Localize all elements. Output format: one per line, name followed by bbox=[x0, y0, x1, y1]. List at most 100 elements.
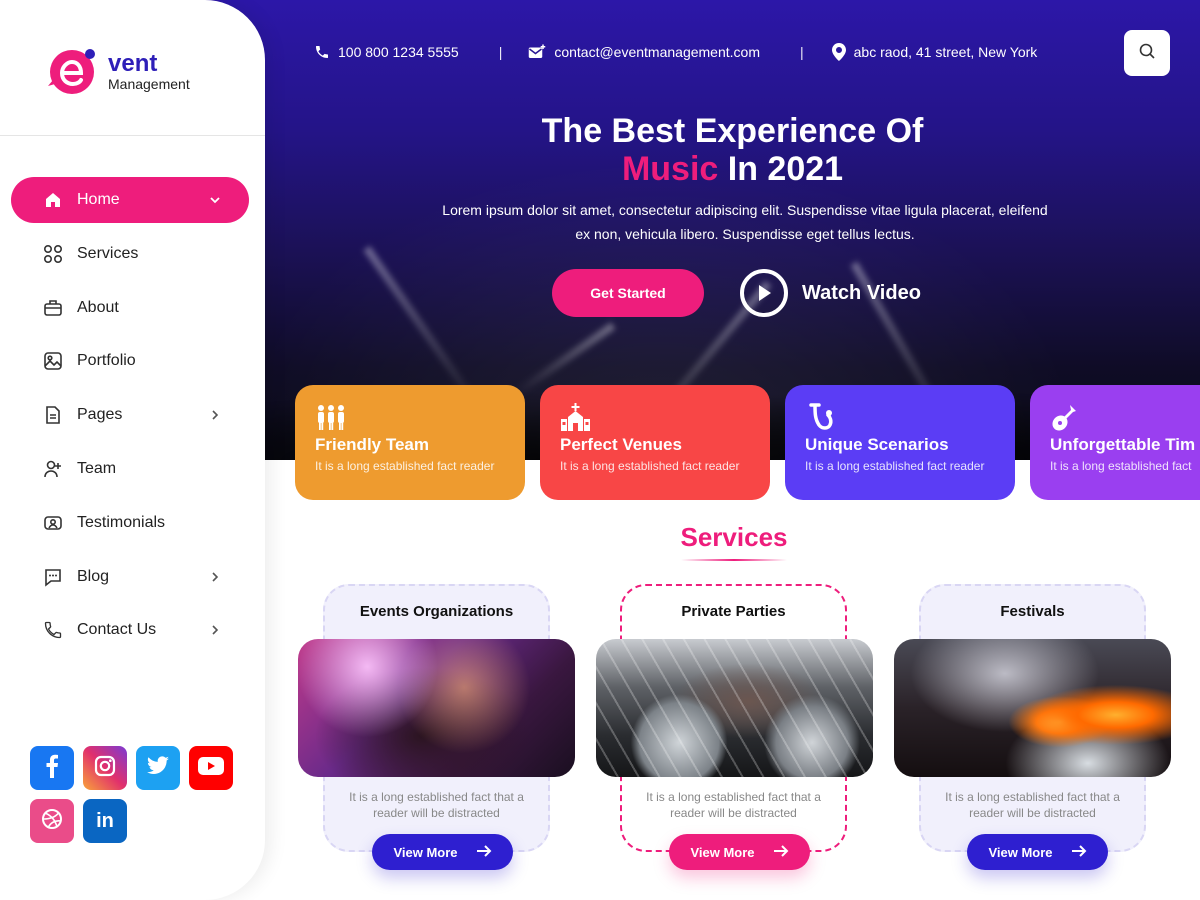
service-title: Festivals bbox=[1000, 603, 1065, 620]
play-icon bbox=[740, 269, 788, 317]
feature-card-friendly-team[interactable]: Friendly Team It is a long established f… bbox=[295, 385, 525, 500]
grid-icon bbox=[43, 244, 63, 264]
feature-card-unique-scenarios[interactable]: Unique Scenarios It is a long establishe… bbox=[785, 385, 1015, 500]
hero-title: The Best Experience Of Music In 2021 bbox=[265, 112, 1200, 188]
document-icon bbox=[43, 405, 63, 425]
view-more-label: View More bbox=[393, 844, 458, 860]
sidebar-item-about[interactable]: About bbox=[11, 285, 249, 331]
instagram-button[interactable] bbox=[83, 746, 127, 790]
search-icon bbox=[1139, 43, 1155, 64]
chevron-right-icon bbox=[209, 409, 221, 421]
feature-description: It is a long established fact bbox=[1050, 459, 1192, 473]
sidebar-item-label: Contact Us bbox=[77, 621, 157, 639]
feature-title: Unforgettable Tim bbox=[1050, 435, 1196, 454]
search-button[interactable] bbox=[1124, 30, 1170, 76]
sidebar: vent Management Home Services About Port… bbox=[0, 0, 265, 900]
watch-video-button[interactable]: Watch Video bbox=[740, 269, 921, 317]
feature-title: Perfect Venues bbox=[560, 435, 682, 454]
guitar-icon bbox=[1050, 403, 1082, 433]
dribbble-button[interactable] bbox=[30, 799, 74, 843]
email-icon bbox=[528, 44, 546, 60]
hero-title-rest: In 2021 bbox=[727, 150, 844, 188]
view-more-button[interactable]: View More bbox=[967, 834, 1108, 870]
saxophone-icon bbox=[805, 403, 837, 433]
dribbble-icon bbox=[40, 807, 64, 836]
sidebar-item-pages[interactable]: Pages bbox=[11, 392, 249, 438]
hero-title-line1: The Best Experience Of bbox=[541, 112, 924, 150]
feature-card-perfect-venues[interactable]: Perfect Venues It is a long established … bbox=[540, 385, 770, 500]
phone-number: 100 800 1234 5555 bbox=[338, 44, 459, 60]
view-more-button[interactable]: View More bbox=[372, 834, 513, 870]
hero-title-line2: Music In 2021 bbox=[265, 150, 1200, 188]
logo-subword: Management bbox=[108, 75, 190, 92]
sidebar-item-portfolio[interactable]: Portfolio bbox=[11, 338, 249, 384]
instagram-icon bbox=[93, 754, 117, 783]
service-description: It is a long established fact that a rea… bbox=[349, 790, 524, 820]
facebook-button[interactable] bbox=[30, 746, 74, 790]
address-contact[interactable]: abc raod, 41 street, New York bbox=[831, 43, 1038, 61]
chevron-down-icon bbox=[209, 194, 221, 206]
location-pin-icon bbox=[831, 43, 846, 61]
arrow-right-icon bbox=[476, 844, 492, 860]
view-more-button[interactable]: View More bbox=[669, 834, 810, 870]
service-description: It is a long established fact that a rea… bbox=[646, 790, 821, 820]
events-photo bbox=[298, 639, 575, 777]
testimonial-icon bbox=[43, 513, 63, 533]
sidebar-item-contact-us[interactable]: Contact Us bbox=[11, 607, 249, 653]
brand-logo[interactable]: vent Management bbox=[44, 46, 190, 96]
phone-icon bbox=[314, 44, 330, 60]
separator: | bbox=[498, 44, 503, 60]
twitter-button[interactable] bbox=[136, 746, 180, 790]
service-description: It is a long established fact that a rea… bbox=[945, 790, 1120, 820]
linkedin-button[interactable]: in bbox=[83, 799, 127, 843]
sidebar-item-label: About bbox=[77, 298, 119, 316]
view-more-label: View More bbox=[988, 844, 1053, 860]
arrow-right-icon bbox=[773, 844, 789, 860]
phone-contact[interactable]: 100 800 1234 5555 bbox=[314, 44, 459, 60]
sidebar-item-label: Home bbox=[77, 191, 120, 208]
feature-card-unforgettable-times[interactable]: Unforgettable Tim It is a long establish… bbox=[1030, 385, 1200, 500]
festivals-photo bbox=[894, 639, 1171, 777]
sidebar-item-services[interactable]: Services bbox=[11, 231, 249, 277]
feature-title: Unique Scenarios bbox=[805, 435, 949, 454]
email-address: contact@eventmanagement.com bbox=[554, 44, 760, 60]
sidebar-item-team[interactable]: Team bbox=[11, 446, 249, 492]
logo-mark-icon bbox=[44, 46, 100, 96]
sidebar-item-blog[interactable]: Blog bbox=[11, 554, 249, 600]
feature-description: It is a long established fact reader bbox=[805, 459, 985, 473]
sidebar-item-label: Services bbox=[77, 244, 139, 262]
sidebar-item-testimonials[interactable]: Testimonials bbox=[11, 500, 249, 546]
contact-bar: 100 800 1234 5555 | contact@eventmanagem… bbox=[314, 40, 1037, 64]
image-icon bbox=[43, 351, 63, 371]
chevron-right-icon bbox=[209, 571, 221, 583]
chevron-right-icon bbox=[209, 624, 221, 636]
chat-icon bbox=[43, 567, 63, 587]
twitter-icon bbox=[146, 755, 170, 781]
youtube-icon bbox=[198, 756, 224, 780]
sidebar-item-label: Team bbox=[77, 459, 117, 477]
service-title: Private Parties bbox=[681, 603, 786, 620]
sidebar-item-home[interactable]: Home bbox=[11, 177, 249, 223]
sidebar-item-label: Blog bbox=[77, 567, 110, 585]
logo-word: vent bbox=[108, 49, 158, 77]
services-underline bbox=[681, 559, 787, 561]
youtube-button[interactable] bbox=[189, 746, 233, 790]
service-title: Events Organizations bbox=[359, 603, 514, 620]
separator: | bbox=[799, 44, 804, 60]
sidebar-nav: Home Services About Portfolio Pages Team bbox=[11, 177, 249, 661]
linkedin-icon: in bbox=[96, 809, 114, 832]
services-heading: Services bbox=[680, 522, 788, 552]
feature-description: It is a long established fact reader bbox=[315, 459, 495, 473]
sidebar-item-label: Pages bbox=[77, 406, 123, 424]
arrow-right-icon bbox=[1071, 844, 1087, 860]
email-contact[interactable]: contact@eventmanagement.com bbox=[528, 44, 760, 60]
hero-title-accent: Music bbox=[621, 150, 719, 188]
get-started-button[interactable]: Get Started bbox=[552, 269, 704, 317]
briefcase-icon bbox=[43, 298, 63, 318]
watch-video-label: Watch Video bbox=[802, 281, 921, 304]
address-text: abc raod, 41 street, New York bbox=[853, 44, 1038, 60]
hero-description: Lorem ipsum dolor sit amet, consectetur … bbox=[442, 202, 1048, 242]
venue-icon bbox=[560, 403, 592, 433]
view-more-label: View More bbox=[690, 844, 755, 860]
private-parties-photo bbox=[596, 639, 873, 777]
